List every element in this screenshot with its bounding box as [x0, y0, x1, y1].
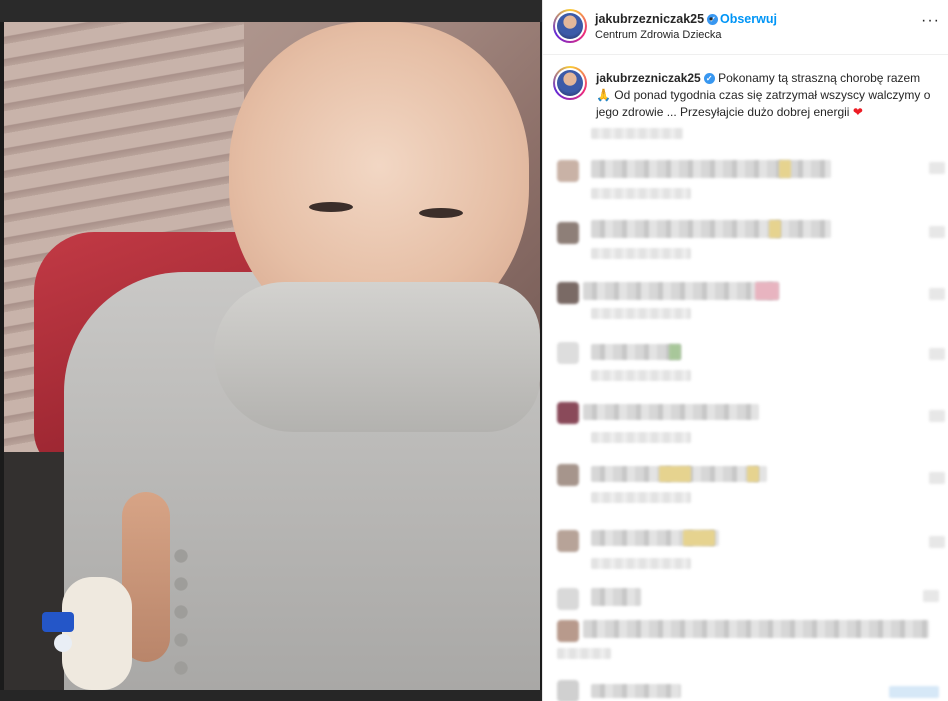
author-username[interactable]: jakubrzezniczak25 ✓ — [595, 12, 719, 26]
comment-meta-blurred — [591, 248, 691, 259]
post-details-panel: jakubrzezniczak25 ✓ • Obserwuj Centrum Zd… — [542, 0, 948, 701]
photo-iv-line — [42, 612, 74, 632]
comment-emoji-blurred — [659, 466, 691, 482]
photo-bandage — [62, 577, 132, 690]
comment-avatar[interactable] — [557, 530, 579, 552]
post-caption: jakubrzezniczak25 ✓ Pokonamy tą straszną … — [596, 70, 936, 121]
comment-meta-blurred — [591, 432, 691, 443]
comment-meta-blurred — [591, 308, 691, 319]
author-avatar[interactable] — [553, 9, 587, 43]
photo-eye-right — [419, 208, 463, 218]
media-bottom-bar — [0, 690, 542, 701]
comment-avatar[interactable] — [557, 282, 579, 304]
comment-like-icon[interactable] — [929, 348, 945, 360]
comment-like-icon[interactable] — [929, 536, 945, 548]
comment-meta-blurred — [591, 558, 691, 569]
comment-like-icon[interactable] — [929, 162, 945, 174]
comment-emoji-blurred — [683, 530, 715, 546]
comment-emoji-blurred — [755, 282, 779, 300]
comment-like-icon[interactable] — [923, 590, 939, 602]
photo-snaps — [174, 542, 188, 682]
verified-badge-icon: ✓ — [703, 73, 715, 84]
comment-meta-blurred — [591, 370, 691, 381]
caption-username[interactable]: jakubrzezniczak25 — [596, 71, 701, 85]
comment-avatar[interactable] — [557, 222, 579, 244]
post-photo[interactable] — [4, 22, 540, 690]
photo-baby-arm — [214, 282, 540, 432]
more-options-icon[interactable]: ··· — [921, 12, 940, 30]
comment-like-icon[interactable] — [929, 472, 945, 484]
photo-eye-left — [309, 202, 353, 212]
comment-meta-blurred — [591, 188, 691, 199]
comment-emoji-blurred — [769, 220, 781, 238]
header-separator: • — [709, 12, 714, 26]
comment-action-blurred[interactable] — [889, 686, 939, 698]
comment-emoji-blurred — [779, 160, 791, 178]
comment-text-blurred — [583, 282, 779, 300]
follow-button[interactable]: Obserwuj — [720, 12, 777, 26]
comment-like-icon[interactable] — [929, 226, 945, 238]
comment-avatar[interactable] — [557, 160, 579, 182]
post-location[interactable]: Centrum Zdrowia Dziecka — [595, 29, 722, 41]
comment-text-blurred — [583, 404, 759, 420]
comment-text-blurred — [591, 588, 641, 606]
photo-iv-cap — [54, 634, 72, 652]
media-top-bar — [0, 0, 542, 22]
post-header: jakubrzezniczak25 ✓ • Obserwuj Centrum Zd… — [543, 0, 948, 55]
comment-avatar[interactable] — [557, 342, 579, 364]
heart-icon: ❤ — [852, 105, 863, 119]
post-media — [0, 0, 542, 701]
comment-avatar[interactable] — [557, 588, 579, 610]
caption-avatar[interactable] — [553, 66, 587, 100]
comment-meta-blurred — [557, 648, 611, 659]
comment-text-blurred — [591, 684, 681, 698]
comment-meta-blurred — [591, 492, 691, 503]
comment-avatar[interactable] — [557, 620, 579, 642]
comment-like-icon[interactable] — [929, 410, 945, 422]
comment-avatar[interactable] — [557, 402, 579, 424]
comment-emoji-blurred — [669, 344, 681, 360]
comment-text-blurred — [591, 220, 831, 238]
comment-like-icon[interactable] — [929, 288, 945, 300]
comment-text-blurred — [583, 620, 929, 638]
comment-emoji-blurred — [747, 466, 759, 482]
comment-text-blurred — [591, 344, 681, 360]
comment-avatar[interactable] — [557, 464, 579, 486]
comment-text-blurred — [591, 160, 831, 178]
caption-timestamp-blurred — [591, 128, 683, 139]
comment-avatar[interactable] — [557, 680, 579, 701]
